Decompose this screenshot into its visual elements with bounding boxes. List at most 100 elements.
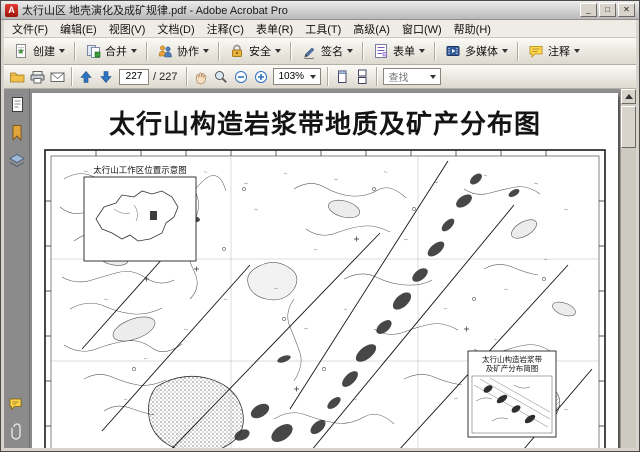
comments-panel-button[interactable] [6, 393, 27, 414]
document-area[interactable]: 太行山构造岩浆带地质及矿产分布图 太行山工作区位置示意图 太行山构造岩浆带 及矿… [30, 89, 620, 448]
menu-window[interactable]: 窗口(W) [396, 19, 448, 39]
collaborate-button[interactable]: 协作 [151, 39, 214, 63]
navigation-toolbar: / 227 103% 查找 [4, 65, 636, 89]
toolbar-separator [186, 67, 188, 86]
multimedia-label: 多媒体 [465, 46, 498, 58]
scroll-up-icon [624, 94, 633, 99]
toolbar-separator [362, 41, 363, 61]
attachments-panel-button[interactable] [6, 421, 27, 442]
scrollbar-thumb[interactable] [621, 106, 636, 148]
create-pdf-label: 创建 [33, 46, 55, 58]
multimedia-button[interactable]: 多媒体 [439, 39, 513, 63]
tasks-toolbar: 创建 合并 协作 安全 签名 表单 多媒体 注释 [4, 38, 636, 65]
location-inset: 太行山工作区位置示意图 [83, 165, 197, 262]
secure-button[interactable]: 安全 [223, 39, 286, 63]
combine-files-caret-icon [131, 49, 137, 53]
minimize-button[interactable]: _ [580, 3, 597, 17]
hand-tool-button[interactable] [191, 68, 211, 86]
toolbar-separator [218, 41, 219, 61]
menu-comments[interactable]: 注释(C) [201, 19, 250, 39]
create-pdf-icon [12, 42, 30, 60]
close-button[interactable]: ✕ [618, 3, 635, 17]
comment-label: 注释 [548, 46, 570, 58]
bookmarks-panel-button[interactable] [6, 122, 27, 143]
zoom-caret-icon [310, 74, 317, 79]
page-number-input[interactable] [119, 68, 149, 85]
map-figure: 太行山工作区位置示意图 太行山构造岩浆带 及矿产分布简图 [44, 149, 606, 448]
collaborate-label: 协作 [177, 46, 199, 58]
legend-title-line2: 及矿产分布简图 [486, 363, 539, 373]
legend-inset: 太行山构造岩浆带 及矿产分布简图 [467, 350, 557, 438]
find-caret-icon [430, 74, 437, 79]
pages-panel-button[interactable] [6, 94, 27, 115]
combine-files-icon [84, 42, 102, 60]
menu-help[interactable]: 帮助(H) [448, 19, 497, 39]
toolbar-separator [517, 41, 518, 61]
menu-tools[interactable]: 工具(T) [299, 19, 347, 39]
toolbar-separator [376, 67, 378, 86]
forms-caret-icon [419, 49, 425, 53]
zoom-in-button[interactable] [251, 68, 271, 86]
menu-file[interactable]: 文件(F) [6, 19, 54, 39]
toolbar-separator [434, 41, 435, 61]
forms-icon [372, 42, 390, 60]
find-label: 查找 [388, 73, 409, 84]
comment-icon [527, 42, 545, 60]
secure-label: 安全 [249, 46, 271, 58]
secure-caret-icon [275, 49, 281, 53]
sign-label: 签名 [321, 46, 343, 58]
combine-files-button[interactable]: 合并 [79, 39, 142, 63]
toolbar-separator [71, 67, 72, 86]
open-button[interactable] [7, 68, 27, 86]
create-pdf-caret-icon [59, 49, 65, 53]
scroll-up-button[interactable] [621, 89, 636, 104]
toolbar-separator [74, 41, 75, 61]
comment-caret-icon [574, 49, 580, 53]
page-total-label: / 227 [153, 70, 178, 83]
window-title: 太行山区 地壳演化及成矿规律.pdf - Adobe Acrobat Pro [22, 5, 288, 17]
menubar: 文件(F) 编辑(E) 视图(V) 文档(D) 注释(C) 表单(R) 工具(T… [4, 20, 636, 38]
maximize-button[interactable]: □ [599, 3, 616, 17]
legend-title-line1: 太行山构造岩浆带 [482, 354, 542, 364]
collaborate-icon [156, 42, 174, 60]
next-page-button[interactable] [96, 68, 116, 86]
marquee-zoom-button[interactable] [211, 68, 231, 86]
geological-map: 太行山工作区位置示意图 太行山构造岩浆带 及矿产分布简图 [44, 149, 606, 448]
single-page-view-button[interactable] [332, 68, 352, 86]
forms-label: 表单 [393, 46, 415, 58]
layers-panel-button[interactable] [6, 150, 27, 171]
multimedia-icon [444, 42, 462, 60]
sign-caret-icon [347, 49, 353, 53]
page-title: 太行山构造岩浆带地质及矿产分布图 [108, 109, 541, 139]
navigation-pane [4, 89, 30, 448]
comment-button[interactable]: 注释 [522, 39, 585, 63]
create-pdf-button[interactable]: 创建 [7, 39, 70, 63]
zoom-out-button[interactable] [231, 68, 251, 86]
menu-advanced[interactable]: 高级(A) [347, 19, 396, 39]
previous-page-button[interactable] [76, 68, 96, 86]
sign-button[interactable]: 签名 [295, 39, 358, 63]
menu-document[interactable]: 文档(D) [151, 19, 200, 39]
continuous-view-button[interactable] [352, 68, 372, 86]
email-button[interactable] [47, 68, 67, 86]
pdf-page: 太行山构造岩浆带地质及矿产分布图 太行山工作区位置示意图 太行山构造岩浆带 及矿… [32, 93, 618, 448]
toolbar-separator [146, 41, 147, 61]
titlebar[interactable]: A 太行山区 地壳演化及成矿规律.pdf - Adobe Acrobat Pro… [1, 1, 639, 20]
menu-edit[interactable]: 编辑(E) [54, 19, 103, 39]
main-content: 太行山构造岩浆带地质及矿产分布图 太行山工作区位置示意图 太行山构造岩浆带 及矿… [4, 89, 636, 448]
find-combobox[interactable]: 查找 [383, 68, 442, 85]
zoom-level-value: 103% [278, 71, 305, 82]
sign-icon [300, 42, 318, 60]
print-button[interactable] [27, 68, 47, 86]
acrobat-window: A 太行山区 地壳演化及成矿规律.pdf - Adobe Acrobat Pro… [0, 0, 640, 452]
zoom-level-combobox[interactable]: 103% [273, 68, 322, 85]
menu-forms[interactable]: 表单(R) [250, 19, 299, 39]
menu-view[interactable]: 视图(V) [103, 19, 152, 39]
vertical-scrollbar[interactable] [620, 89, 636, 448]
multimedia-caret-icon [502, 49, 508, 53]
forms-button[interactable]: 表单 [367, 39, 430, 63]
location-inset-label: 太行山工作区位置示意图 [93, 165, 187, 175]
window-controls: _ □ ✕ [580, 3, 635, 17]
toolbar-separator [290, 41, 291, 61]
secure-icon [228, 42, 246, 60]
